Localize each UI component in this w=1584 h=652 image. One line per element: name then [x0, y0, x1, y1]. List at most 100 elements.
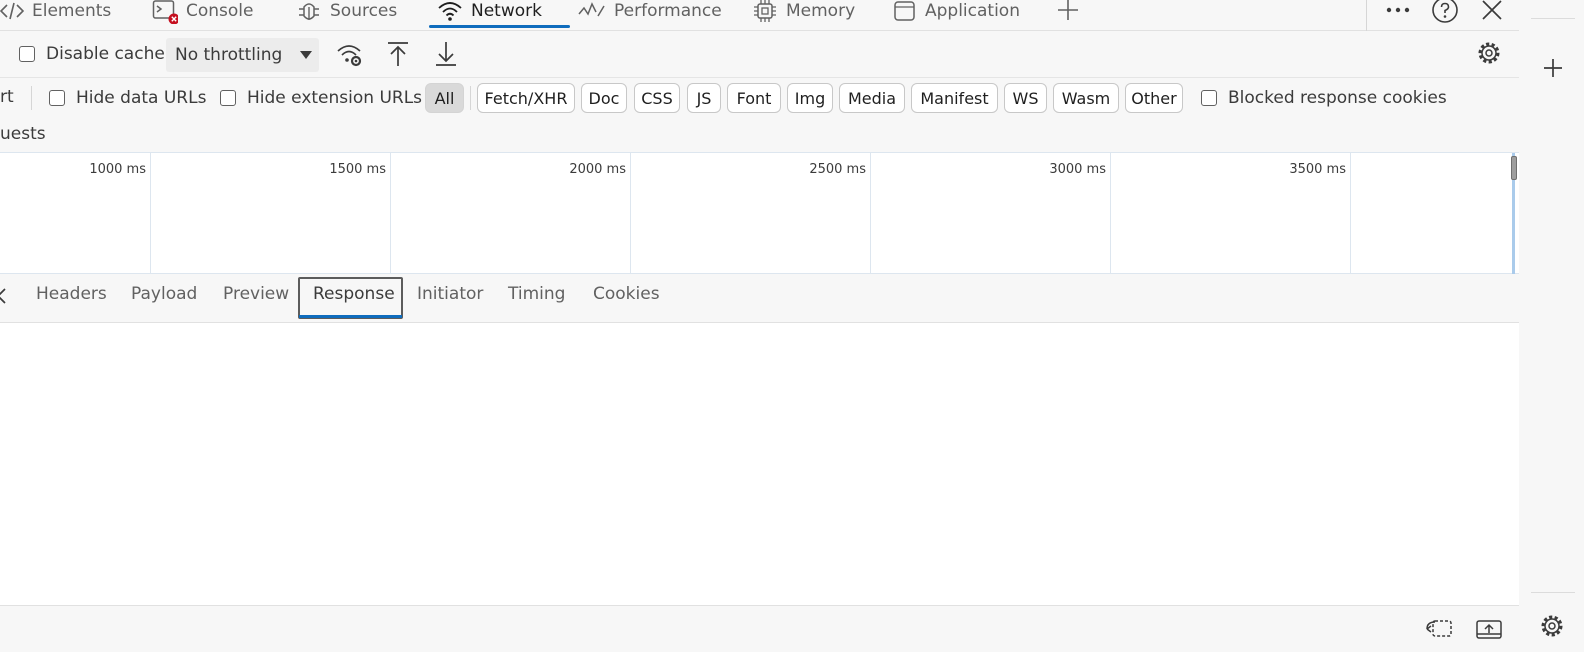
filter-divider — [470, 86, 471, 110]
hide-extension-urls-box[interactable] — [220, 90, 236, 106]
filter-chip-js[interactable]: JS — [687, 83, 721, 113]
browser-sidebar — [1519, 0, 1584, 652]
close-devtools-button[interactable] — [1478, 0, 1506, 24]
code-icon — [0, 1, 24, 21]
wifi-settings-icon — [337, 45, 362, 67]
active-tab-indicator — [429, 25, 570, 28]
overview-resize-handle[interactable] — [1511, 156, 1517, 180]
export-har-button[interactable] — [432, 39, 460, 69]
detail-tab-timing[interactable]: Timing — [508, 284, 565, 304]
timeline-tick-label: 1000 ms — [89, 162, 146, 177]
performance-icon — [578, 0, 606, 22]
sidebar-divider — [1531, 592, 1575, 593]
bug-icon — [296, 0, 322, 24]
panel-tab-strip: Elements Console Sources Network Perform… — [0, 0, 1519, 31]
timeline-tick-label: 2000 ms — [569, 162, 626, 177]
disable-cache-label: Disable cache — [46, 44, 165, 64]
add-tab-button[interactable] — [1054, 0, 1082, 24]
tab-elements-label: Elements — [32, 1, 112, 21]
timeline-gridline — [870, 153, 871, 274]
tab-performance[interactable]: Performance — [578, 0, 722, 28]
tab-console-label: Console — [186, 1, 254, 21]
close-icon — [1482, 0, 1502, 20]
network-conditions-button[interactable] — [335, 40, 365, 70]
close-icon — [0, 288, 6, 304]
timeline-tick-label: 2500 ms — [809, 162, 866, 177]
chip-icon — [752, 0, 778, 24]
application-icon — [893, 0, 917, 23]
detail-tab-preview[interactable]: Preview — [223, 284, 289, 304]
timeline-tick-label: 1500 ms — [329, 162, 386, 177]
tab-console[interactable]: Console — [152, 0, 254, 28]
filter-divider — [31, 86, 32, 110]
response-content[interactable] — [0, 323, 1519, 605]
filter-chip-other[interactable]: Other — [1125, 83, 1183, 113]
requests-clipped-label: uests — [0, 124, 46, 144]
filter-chip-wasm[interactable]: Wasm — [1053, 83, 1119, 113]
detail-tab-response[interactable]: Response — [313, 284, 395, 304]
sidebar-divider — [1531, 18, 1575, 19]
sidebar-add-button[interactable] — [1539, 54, 1567, 82]
blocked-response-cookies-box[interactable] — [1201, 90, 1217, 106]
timeline-tick-label: 3500 ms — [1289, 162, 1346, 177]
dock-bottom-icon — [1476, 620, 1502, 639]
import-har-button[interactable] — [384, 39, 412, 69]
tab-performance-label: Performance — [614, 1, 722, 21]
tab-network-label: Network — [471, 1, 542, 21]
plus-icon — [1058, 0, 1078, 20]
tab-memory[interactable]: Memory — [752, 0, 855, 28]
tab-elements[interactable]: Elements — [0, 0, 111, 28]
throttling-value: No throttling — [175, 45, 283, 65]
more-options-button[interactable] — [1384, 0, 1412, 24]
network-settings-button[interactable] — [1474, 38, 1504, 68]
hide-data-urls-checkbox[interactable]: Hide data URLs — [49, 88, 206, 108]
filter-bar: rt Hide data URLs Hide extension URLs Al… — [0, 78, 1519, 118]
tab-application-label: Application — [925, 1, 1020, 21]
detail-tab-headers[interactable]: Headers — [36, 284, 107, 304]
filter-chip-font[interactable]: Font — [727, 83, 781, 113]
disable-cache-checkbox[interactable]: Disable cache — [19, 44, 165, 64]
dock-to-left-button[interactable] — [1424, 615, 1454, 643]
timeline-gridline — [150, 153, 151, 274]
filter-chip-media[interactable]: Media — [839, 83, 905, 113]
devtools-window: Elements Console Sources Network Perform… — [0, 0, 1519, 652]
detail-tab-payload[interactable]: Payload — [131, 284, 197, 304]
timeline-gridline — [390, 153, 391, 274]
blocked-response-cookies-checkbox[interactable]: Blocked response cookies — [1201, 88, 1447, 108]
filter-chip-fetch-xhr[interactable]: Fetch/XHR — [477, 83, 575, 113]
toolbar-divider — [1366, 0, 1367, 31]
download-icon — [436, 42, 456, 66]
dock-side-icon — [1426, 620, 1452, 637]
request-detail-tabs: Headers Payload Preview Response Initiat… — [0, 274, 1519, 323]
filter-chip-img[interactable]: Img — [787, 83, 833, 113]
tab-sources[interactable]: Sources — [296, 0, 397, 28]
detail-tab-initiator[interactable]: Initiator — [417, 284, 483, 304]
disable-cache-box[interactable] — [19, 46, 35, 62]
close-details-button[interactable] — [0, 286, 10, 310]
timeline-tick-label: 3000 ms — [1049, 162, 1106, 177]
hide-data-urls-label: Hide data URLs — [76, 88, 207, 108]
throttling-select[interactable]: No throttling — [166, 38, 319, 72]
filter-chip-css[interactable]: CSS — [634, 83, 680, 113]
chevron-down-icon — [300, 51, 312, 59]
wifi-icon — [437, 0, 463, 22]
hide-extension-urls-checkbox[interactable]: Hide extension URLs — [220, 88, 422, 108]
hide-extension-urls-label: Hide extension URLs — [247, 88, 423, 108]
drawer-toolbar — [0, 605, 1519, 652]
tab-network[interactable]: Network — [437, 0, 542, 28]
filter-chip-ws[interactable]: WS — [1004, 83, 1047, 113]
upload-icon — [388, 42, 408, 66]
help-button[interactable] — [1430, 0, 1460, 25]
sidebar-settings-button[interactable] — [1537, 611, 1567, 641]
undock-button[interactable] — [1474, 615, 1504, 643]
filter-chip-doc[interactable]: Doc — [581, 83, 627, 113]
requests-header: uests — [0, 118, 1519, 153]
filter-chip-all[interactable]: All — [425, 83, 464, 113]
hide-data-urls-box[interactable] — [49, 90, 65, 106]
overview-timeline[interactable]: 1000 ms 1500 ms 2000 ms 2500 ms 3000 ms … — [0, 153, 1519, 274]
filter-chip-manifest[interactable]: Manifest — [911, 83, 998, 113]
tab-memory-label: Memory — [786, 1, 856, 21]
gear-icon — [1478, 42, 1500, 64]
detail-tab-cookies[interactable]: Cookies — [593, 284, 660, 304]
tab-application[interactable]: Application — [893, 0, 1020, 28]
